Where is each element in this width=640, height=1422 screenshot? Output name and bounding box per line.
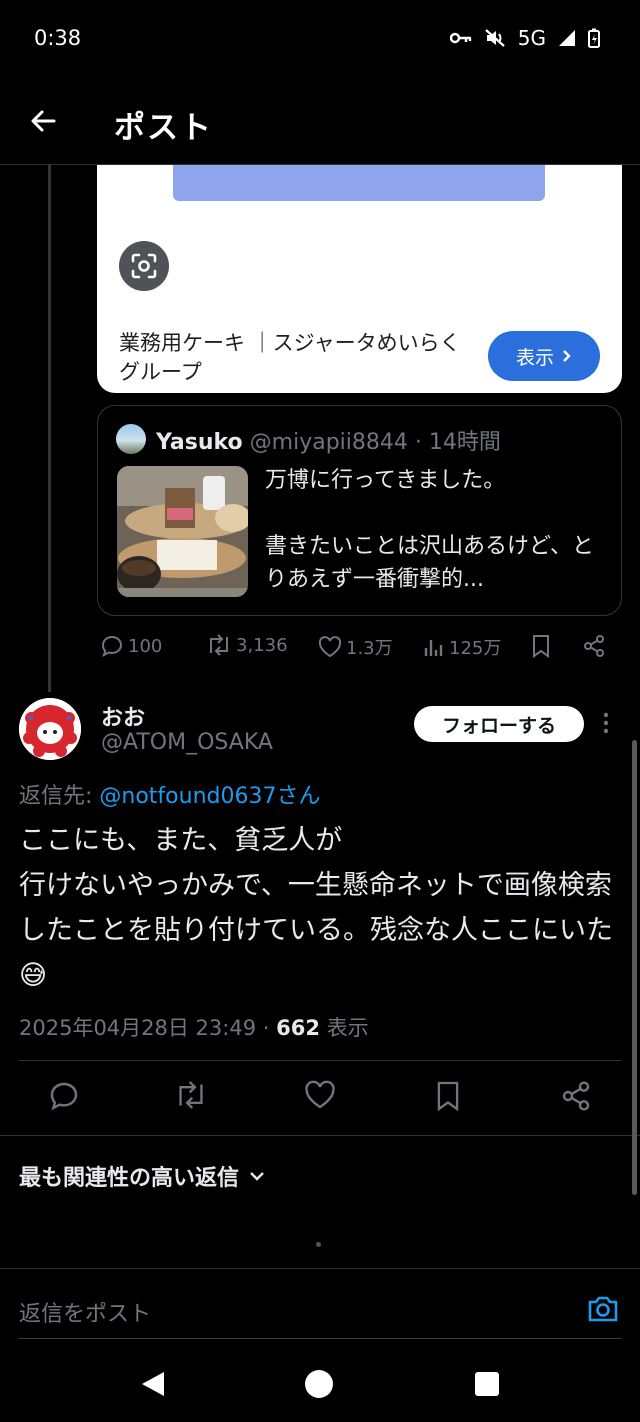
quoted-text-line1: 万博に行ってきました。: [265, 468, 506, 493]
battery-icon: [588, 28, 600, 48]
reply-display-name[interactable]: おお: [101, 700, 145, 732]
card-title: 業務用ケーキ ｜スジャータめいらくグループ: [119, 331, 461, 384]
reply-body-line1: ここにも、また、貧乏人が: [19, 825, 343, 856]
like-count: 1.3万: [346, 638, 393, 659]
reply-handle[interactable]: @ATOM_OSAKA: [101, 730, 273, 755]
bookmark-icon[interactable]: [435, 1080, 461, 1112]
quoted-photo[interactable]: [117, 466, 248, 597]
quoted-text-line2: 書きたいことは沢山あるけど、とりあえず一番衝撃的...: [265, 534, 594, 592]
scrollbar[interactable]: [632, 740, 637, 1195]
repost-icon: [206, 634, 232, 656]
quoted-handle: @miyapii8844: [249, 430, 408, 455]
page-title: ポスト: [114, 110, 213, 146]
nav-recents-icon[interactable]: [475, 1372, 499, 1396]
heart-icon: [318, 636, 342, 658]
divider: [0, 1268, 640, 1269]
meta-separator: ·: [262, 1016, 270, 1040]
quoted-time: 14時間: [428, 430, 501, 455]
reply-to-prefix: 返信先:: [19, 784, 100, 809]
post-meta: 2025年04月28日 23:49 · 662 表示: [19, 1012, 369, 1042]
google-lens-icon[interactable]: [119, 241, 169, 291]
status-icons: 5G: [449, 26, 600, 50]
quoted-header: Yasuko @miyapii8844 · 14時間: [156, 424, 501, 456]
replies-sort-label: 最も関連性の高い返信: [19, 1166, 240, 1191]
card-image-banner: [173, 165, 545, 201]
back-arrow-icon[interactable]: [28, 106, 58, 136]
thread-connector-line: [48, 165, 51, 692]
like-action[interactable]: 1.3万: [318, 634, 393, 660]
reply-icon[interactable]: [48, 1080, 80, 1112]
loading-indicator: [316, 1242, 321, 1247]
compose-underline: [19, 1338, 621, 1339]
divider: [0, 1135, 640, 1136]
network-label: 5G: [517, 26, 546, 50]
reply-action[interactable]: 100: [100, 634, 162, 658]
more-options-icon[interactable]: [603, 712, 609, 734]
reply-count: 100: [128, 635, 163, 657]
reply-action-bar: [0, 1080, 640, 1116]
post-views-count: 662: [276, 1016, 320, 1040]
reply-avatar[interactable]: [19, 698, 81, 760]
status-time: 0:38: [34, 26, 82, 50]
quoted-avatar[interactable]: [116, 424, 146, 454]
camera-icon[interactable]: [586, 1294, 620, 1324]
nav-back-icon[interactable]: [140, 1370, 166, 1398]
reply-to-line: 返信先: @notfound0637さん: [19, 778, 320, 810]
show-button-label: 表示: [515, 346, 554, 369]
replies-sort-dropdown[interactable]: 最も関連性の高い返信: [19, 1160, 265, 1192]
views-action[interactable]: 125万: [423, 634, 501, 660]
reply-body: ここにも、また、貧乏人が 行けないやっかみで、一生懸命ネットで画像検索したことを…: [19, 818, 624, 998]
post-views-label: 表示: [326, 1016, 369, 1040]
reply-to-user-link[interactable]: @notfound0637さん: [99, 784, 320, 809]
reply-body-line2: 行けないやっかみで、一生懸命ネットで画像検索したことを貼り付けている。残念な人こ…: [19, 870, 613, 991]
reply-compose-input[interactable]: 返信をポスト: [19, 1296, 151, 1328]
quoted-post[interactable]: Yasuko @miyapii8844 · 14時間 万博に行ってきました。 書…: [97, 405, 622, 616]
share-action[interactable]: [582, 634, 606, 658]
follow-button[interactable]: フォローする: [414, 706, 584, 742]
chevron-right-icon: [562, 349, 572, 363]
heart-icon[interactable]: [304, 1080, 336, 1110]
show-button[interactable]: 表示: [488, 331, 600, 381]
mute-icon: [484, 28, 506, 48]
divider: [19, 1060, 621, 1061]
link-preview-card[interactable]: 業務用ケーキ ｜スジャータめいらくグループ 表示: [97, 165, 622, 393]
quoted-text: 万博に行ってきました。 書きたいことは沢山あるけど、とりあえず一番衝撃的...: [265, 464, 610, 596]
quoted-display-name: Yasuko: [156, 430, 243, 455]
vpn-key-icon: [449, 31, 472, 45]
bookmark-action[interactable]: [531, 634, 551, 658]
share-icon[interactable]: [560, 1080, 592, 1112]
views-count: 125万: [449, 638, 502, 659]
share-icon: [582, 634, 606, 658]
repost-action[interactable]: 3,136: [206, 634, 288, 656]
reply-icon: [100, 634, 124, 658]
repost-count: 3,136: [236, 634, 288, 656]
top-app-bar: ポスト: [0, 84, 640, 165]
repost-icon[interactable]: [174, 1080, 208, 1110]
views-icon: [423, 636, 445, 658]
post-timestamp: 2025年04月28日 23:49: [19, 1016, 257, 1040]
chevron-down-icon: [249, 1171, 265, 1181]
nav-home-icon[interactable]: [305, 1370, 333, 1398]
parent-action-bar: 100 3,136 1.3万 125万: [100, 634, 610, 664]
quoted-separator: ·: [414, 430, 422, 455]
bookmark-icon: [531, 634, 551, 658]
signal-icon: [558, 29, 576, 47]
